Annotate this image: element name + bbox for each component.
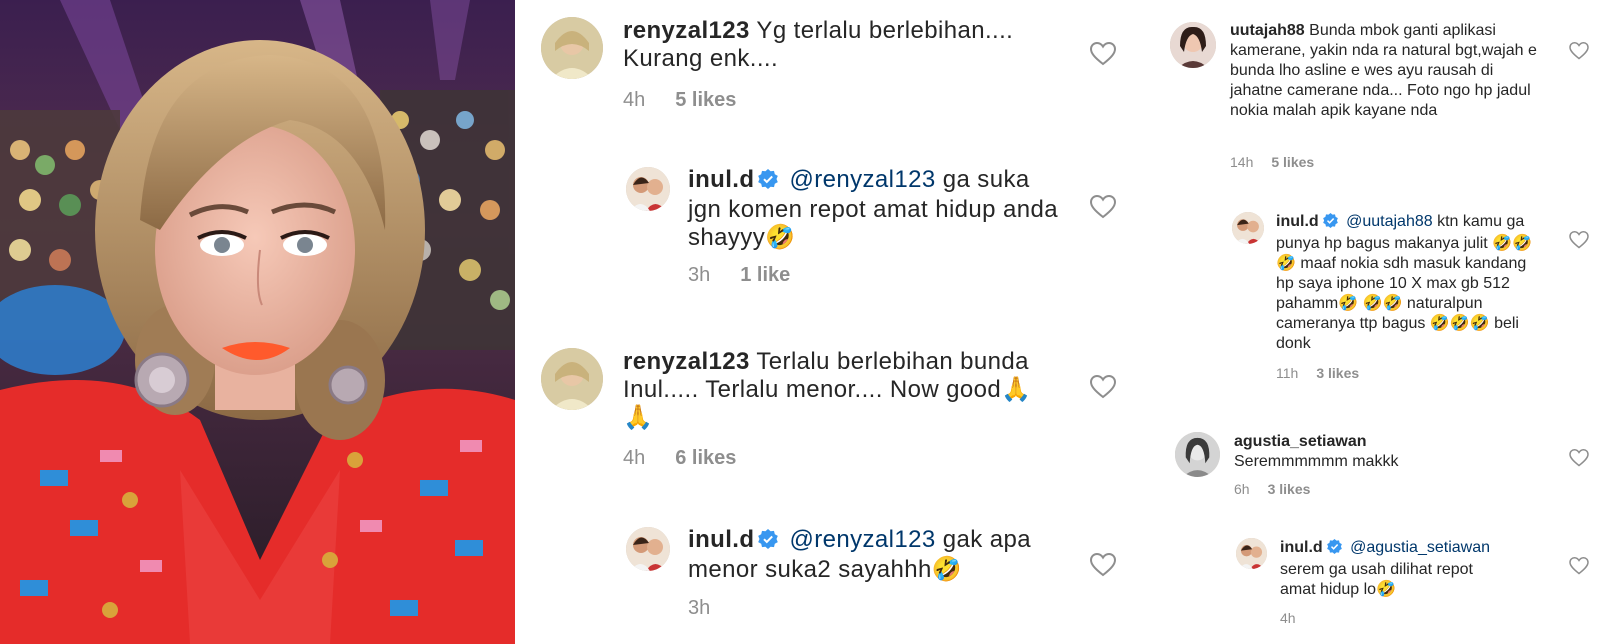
like-button[interactable]: [1090, 195, 1116, 219]
comment-text: Seremmmmmm makkk: [1234, 453, 1399, 470]
comment-username[interactable]: renyzal123: [623, 17, 750, 44]
avatar-uutajah88-image: [1170, 22, 1216, 68]
comment-time[interactable]: 4h: [623, 89, 645, 111]
heart-outline-icon: [1569, 42, 1589, 60]
comment-time[interactable]: 6h: [1234, 481, 1250, 497]
avatar-renyzal123-image: [541, 348, 603, 410]
post-photo: [0, 0, 515, 644]
heart-outline-icon: [1090, 195, 1116, 219]
comment-username[interactable]: renyzal123: [623, 348, 750, 375]
avatar[interactable]: [1175, 432, 1220, 477]
comment-mention[interactable]: @renyzal123: [789, 526, 935, 553]
comment-likes[interactable]: 6 likes: [675, 447, 736, 469]
avatar[interactable]: [1232, 212, 1264, 244]
selfie-image: [0, 0, 515, 644]
avatar[interactable]: [541, 348, 603, 410]
comment-username[interactable]: uutajah88: [1230, 22, 1305, 39]
heart-outline-icon: [1090, 42, 1116, 66]
comment-time[interactable]: 14h: [1230, 154, 1253, 170]
comment-time[interactable]: 4h: [623, 447, 645, 469]
heart-outline-icon: [1569, 449, 1589, 467]
comment-username[interactable]: agustia_setiawan: [1234, 433, 1367, 450]
verified-badge-icon: [1322, 213, 1338, 234]
avatar-inul-d-image: [1232, 212, 1264, 244]
verified-badge-icon: [758, 528, 779, 556]
comment-text: serem ga usah dilihat repot amat hidup l…: [1280, 561, 1473, 598]
comment-time[interactable]: 4h: [1280, 610, 1296, 626]
comment-mention[interactable]: @renyzal123: [789, 166, 935, 193]
like-button[interactable]: [1090, 42, 1116, 66]
comment-username[interactable]: inul.d: [688, 526, 754, 553]
avatar-inul-d-image: [626, 527, 670, 571]
verified-badge-icon: [758, 168, 779, 196]
avatar[interactable]: [1170, 22, 1216, 68]
comment-time[interactable]: 11h: [1276, 365, 1298, 381]
avatar[interactable]: [626, 167, 670, 211]
comment-username[interactable]: inul.d: [1276, 213, 1319, 230]
heart-outline-icon: [1090, 375, 1116, 399]
heart-outline-icon: [1569, 557, 1589, 575]
comment-time[interactable]: 3h: [688, 264, 710, 286]
avatar-inul-d-image: [1236, 538, 1267, 569]
comment-likes[interactable]: 5 likes: [1271, 154, 1314, 170]
like-button[interactable]: [1569, 231, 1589, 249]
comment-time[interactable]: 3h: [688, 597, 710, 619]
comment-likes[interactable]: 5 likes: [675, 89, 736, 111]
comment-username[interactable]: inul.d: [1280, 539, 1323, 556]
avatar-agustia-setiawan-image: [1175, 432, 1220, 477]
heart-outline-icon: [1569, 231, 1589, 249]
avatar[interactable]: [1236, 538, 1267, 569]
comment-likes[interactable]: 1 like: [740, 264, 790, 286]
like-button[interactable]: [1569, 42, 1589, 60]
like-button[interactable]: [1090, 375, 1116, 399]
avatar-inul-d-image: [626, 167, 670, 211]
avatar[interactable]: [626, 527, 670, 571]
comment-username[interactable]: inul.d: [688, 166, 754, 193]
avatar-renyzal123-image: [541, 17, 603, 79]
like-button[interactable]: [1090, 553, 1116, 577]
like-button[interactable]: [1569, 557, 1589, 575]
comment-mention[interactable]: @agustia_setiawan: [1350, 539, 1490, 556]
avatar[interactable]: [541, 17, 603, 79]
comment-likes[interactable]: 3 likes: [1316, 365, 1359, 381]
like-button[interactable]: [1569, 449, 1589, 467]
verified-badge-icon: [1326, 539, 1342, 560]
comment-mention[interactable]: @uutajah88: [1346, 213, 1433, 230]
comment-text: ktn kamu ga punya hp bagus makanya julit…: [1276, 213, 1532, 352]
heart-outline-icon: [1090, 553, 1116, 577]
comment-likes[interactable]: 3 likes: [1268, 481, 1311, 497]
